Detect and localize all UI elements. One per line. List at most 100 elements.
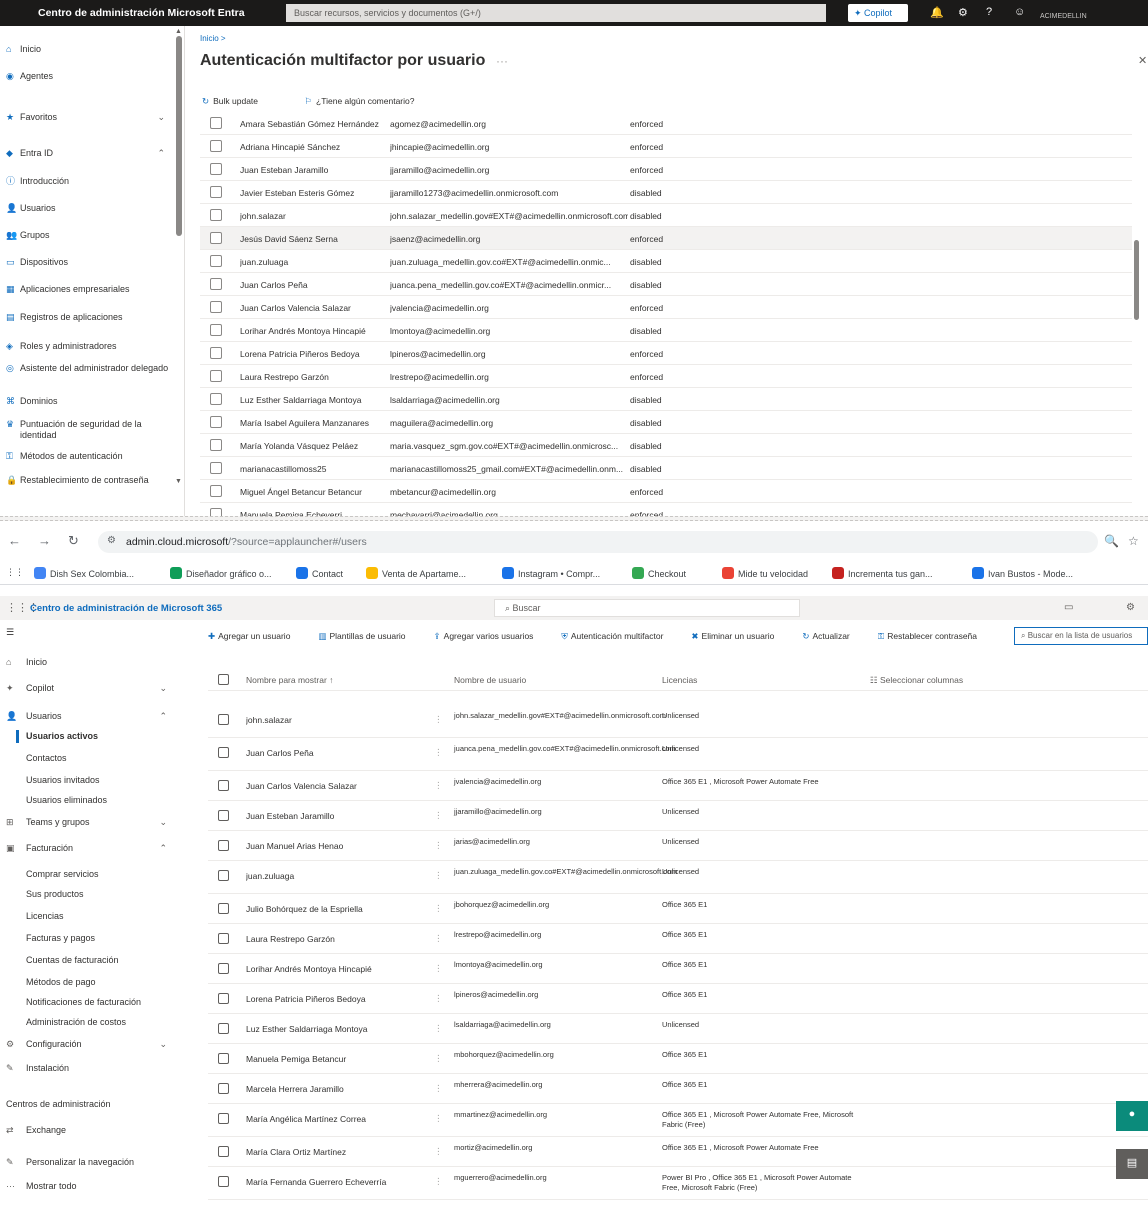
bookmark-item[interactable]: Venta de Apartame...: [366, 567, 466, 579]
display-name[interactable]: Marcela Herrera Jaramillo: [246, 1084, 426, 1094]
row-checkbox[interactable]: [210, 416, 222, 428]
table-row[interactable]: Julio Bohórquez de la Espriella ⋮ jbohorqu…: [208, 894, 1148, 924]
bookmark-item[interactable]: Checkout: [632, 567, 686, 579]
row-checkbox[interactable]: [218, 963, 229, 974]
url-input[interactable]: ⚙ admin.cloud.microsoft/?source=applaunc…: [98, 531, 1098, 553]
breadcrumb[interactable]: Inicio >: [200, 34, 226, 43]
row-checkbox[interactable]: [218, 714, 229, 725]
row-checkbox[interactable]: [218, 780, 229, 791]
table-row[interactable]: María Isabel Aguilera Manzanares maguiler…: [200, 411, 1132, 434]
row-checkbox[interactable]: [210, 255, 222, 267]
table-row[interactable]: Juan Carlos Valencia Salazar jvalencia@ac…: [200, 296, 1132, 319]
toolbar-button[interactable]: ↻ Actualizar: [802, 631, 863, 641]
table-row[interactable]: marianacastillomoss25 marianacastillomoss…: [200, 457, 1132, 480]
table-row[interactable]: María Clara Ortiz Martínez ⋮ mortiz@acimed…: [208, 1137, 1148, 1167]
table-row[interactable]: Javier Esteban Esteris Gómez jjaramillo12…: [200, 181, 1132, 204]
sidebar-item[interactable]: ★ Favoritos ⌄: [0, 112, 175, 123]
row-more-icon[interactable]: ⋮: [434, 1113, 443, 1124]
menu-toggle-icon[interactable]: ☰: [0, 627, 175, 638]
toolbar-button[interactable]: ✖ Eliminar un usuario: [691, 631, 788, 641]
row-more-icon[interactable]: ⋮: [434, 747, 443, 758]
row-checkbox[interactable]: [210, 117, 222, 129]
sidebar-item[interactable]: ⌂ Inicio: [0, 44, 175, 55]
row-checkbox[interactable]: [218, 870, 229, 881]
entra-search-input[interactable]: Buscar recursos, servicios y documentos …: [286, 4, 826, 22]
bookmark-item[interactable]: Dish Sex Colombia...: [34, 567, 134, 579]
sidebar-item[interactable]: ◎ Asistente del administrador delegado: [0, 363, 175, 374]
close-icon[interactable]: ✕: [1138, 54, 1147, 67]
row-checkbox[interactable]: [218, 1113, 229, 1124]
sidebar-item[interactable]: ⓘ Introducción: [0, 176, 175, 187]
scroll-up-icon[interactable]: ▲: [175, 28, 182, 35]
toolbar-button[interactable]: ⛨ Autenticación multifactor: [561, 631, 677, 641]
table-row[interactable]: Marcela Herrera Jaramillo ⋮ mherrera@acime…: [208, 1074, 1148, 1104]
sidebar-item[interactable]: ◆ Entra ID ⌃: [0, 148, 175, 159]
sidebar-item[interactable]: Administración de costos: [0, 1017, 175, 1028]
sidebar-item[interactable]: ⇄ Exchange: [0, 1125, 175, 1136]
chevron-down-icon[interactable]: ⌄: [159, 1039, 167, 1050]
row-more-icon[interactable]: ⋮: [434, 810, 443, 821]
screen-icon[interactable]: ▭: [1064, 602, 1073, 613]
row-checkbox[interactable]: [210, 508, 222, 516]
row-more-icon[interactable]: ⋮: [434, 1023, 443, 1034]
chevron-up-icon[interactable]: ⌃: [159, 843, 167, 854]
display-name[interactable]: Juan Carlos Peña: [246, 748, 426, 758]
table-row[interactable]: Juan Esteban Jaramillo ⋮ jjaramillo@acimed…: [208, 801, 1148, 831]
copilot-button[interactable]: ✦ Copilot: [848, 4, 908, 22]
sidebar-item[interactable]: ▤ Registros de aplicaciones: [0, 312, 175, 323]
bookmark-item[interactable]: Contact: [296, 567, 343, 579]
display-name[interactable]: María Fernanda Guerrero Echeverría: [246, 1177, 426, 1187]
chevron-down-icon[interactable]: ⌄: [157, 112, 165, 123]
table-row[interactable]: john.salazar ⋮ john.salazar_medellin.gov#E…: [208, 705, 1148, 738]
row-checkbox[interactable]: [210, 140, 222, 152]
row-more-icon[interactable]: ⋮: [434, 903, 443, 914]
row-checkbox[interactable]: [218, 810, 229, 821]
table-row[interactable]: Manuela Pemiga Echeverri mechavarri@acime…: [200, 503, 1132, 516]
gear-icon[interactable]: ⚙: [1126, 602, 1135, 613]
row-more-icon[interactable]: ⋮: [434, 993, 443, 1004]
sidebar-item[interactable]: ✎ Personalizar la navegación: [0, 1157, 175, 1168]
forward-icon[interactable]: →: [38, 533, 51, 548]
table-row[interactable]: Miguel Ángel Betancur Betancur mbetancur@…: [200, 480, 1132, 503]
sidebar-item[interactable]: ✎ Instalación: [0, 1063, 175, 1074]
col-licenses[interactable]: Licencias: [662, 675, 697, 685]
sidebar-item[interactable]: ⚙ Configuración ⌄: [0, 1039, 175, 1050]
sidebar-item[interactable]: ▦ Aplicaciones empresariales: [0, 284, 175, 295]
back-icon[interactable]: ←: [8, 533, 21, 548]
sidebar-scrollbar[interactable]: [176, 36, 182, 236]
table-row[interactable]: Lorihar Andrés Montoya Hincapié lmontoya@…: [200, 319, 1132, 342]
table-row[interactable]: Juan Carlos Valencia Salazar ⋮ jvalencia@a…: [208, 771, 1148, 801]
row-checkbox[interactable]: [218, 933, 229, 944]
row-checkbox[interactable]: [210, 324, 222, 336]
row-more-icon[interactable]: ⋮: [434, 840, 443, 851]
row-more-icon[interactable]: ⋮: [434, 780, 443, 791]
display-name[interactable]: Laura Restrepo Garzón: [246, 934, 426, 944]
user-list-search-input[interactable]: ⌕ Buscar en la lista de usuarios: [1014, 627, 1148, 645]
help-icon[interactable]: ?: [986, 6, 992, 18]
site-info-icon[interactable]: ⚙: [107, 535, 116, 546]
sidebar-item[interactable]: ⌘ Dominios: [0, 396, 175, 407]
scroll-down-icon[interactable]: ▼: [175, 478, 182, 485]
sidebar-item[interactable]: Notificaciones de facturación: [0, 997, 175, 1008]
chevron-down-icon[interactable]: ⌄: [159, 683, 167, 694]
entra-brand[interactable]: Centro de administración Microsoft Entra: [38, 7, 245, 19]
list-scrollbar[interactable]: [1134, 240, 1139, 320]
table-row[interactable]: Lorena Patricia Piñeros Bedoya lpineros@a…: [200, 342, 1132, 365]
sidebar-item[interactable]: ✦ Copilot ⌄: [0, 683, 175, 694]
m365-brand[interactable]: Centro de administración de Microsoft 36…: [30, 603, 222, 614]
sidebar-item[interactable]: ··· Mostrar todo: [0, 1181, 175, 1192]
row-checkbox[interactable]: [210, 347, 222, 359]
table-row[interactable]: Luz Esther Saldarriaga Montoya ⋮ lsaldarri…: [208, 1014, 1148, 1044]
table-row[interactable]: Laura Restrepo Garzón ⋮ lrestrepo@acimedel…: [208, 924, 1148, 954]
table-row[interactable]: Luz Esther Saldarriaga Montoya lsaldarria…: [200, 388, 1132, 411]
row-checkbox[interactable]: [218, 903, 229, 914]
account-tenant[interactable]: ACIMEDELLIN: [1040, 13, 1087, 20]
bookmark-item[interactable]: Incrementa tus gan...: [832, 567, 933, 579]
star-icon[interactable]: ☆: [1128, 534, 1139, 548]
display-name[interactable]: Luz Esther Saldarriaga Montoya: [246, 1024, 426, 1034]
col-display-name[interactable]: Nombre para mostrar ↑: [246, 675, 333, 685]
row-checkbox[interactable]: [210, 232, 222, 244]
sidebar-item[interactable]: Licencias: [0, 911, 175, 922]
row-more-icon[interactable]: ⋮: [434, 1176, 443, 1187]
sidebar-item[interactable]: Sus productos: [0, 889, 175, 900]
